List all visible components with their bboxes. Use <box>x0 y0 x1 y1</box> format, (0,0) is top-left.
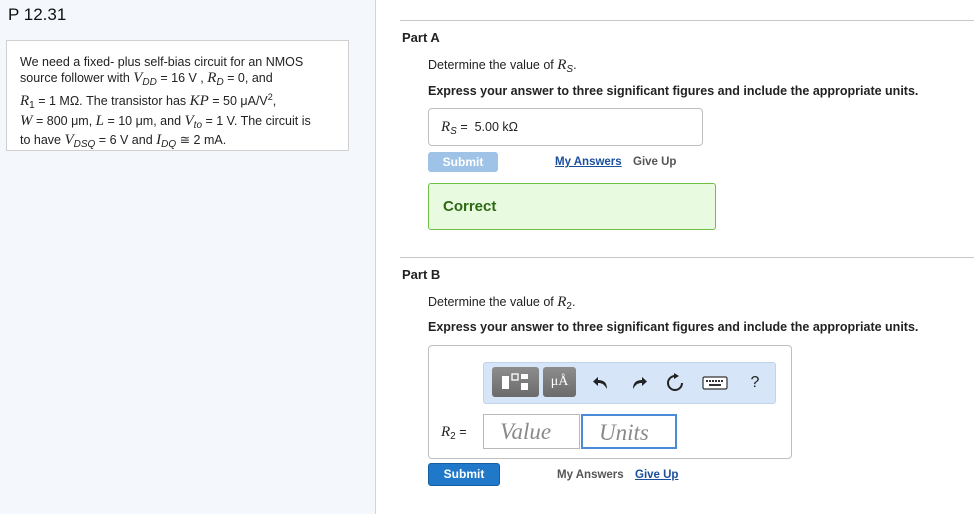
part-b-submit-button[interactable]: Submit <box>428 463 500 486</box>
part-a-correct-feedback: Correct <box>428 183 716 230</box>
problem-id: P 12.31 <box>8 5 67 24</box>
templates-button[interactable] <box>492 367 539 397</box>
part-a-answer: RS = 5.00 kΩ <box>441 119 518 137</box>
part-a-my-answers-link[interactable]: My Answers <box>555 156 622 168</box>
part-b-divider <box>400 257 974 258</box>
part-a-question: Determine the value of RS. <box>428 57 577 75</box>
units-input[interactable]: Units <box>581 414 677 449</box>
part-a-answer-label: R <box>441 119 451 135</box>
problem-line-3: R1 = 1 MΩ. The transistor has KP = 50 μA… <box>20 92 277 111</box>
problem-line-2: source follower with VDD = 16 V , RD = 0… <box>20 69 273 88</box>
part-b-question: Determine the value of R2. <box>428 294 576 312</box>
math-toolbar: μÅ ? <box>483 362 776 404</box>
part-a-give-up: Give Up <box>633 156 677 168</box>
part-b-give-up-link[interactable]: Give Up <box>635 469 678 481</box>
part-b-instruction: Express your answer to three significant… <box>428 320 919 334</box>
fraction-template-icon <box>502 373 528 390</box>
undo-icon[interactable] <box>591 372 613 394</box>
help-button[interactable]: ? <box>744 372 766 394</box>
problem-statement: We need a fixed- plus self-bias circuit … <box>6 40 349 151</box>
part-a-submit-button: Submit <box>428 152 498 172</box>
part-a-divider <box>400 20 974 21</box>
units-button[interactable]: μÅ <box>543 367 576 397</box>
part-a-instruction: Express your answer to three significant… <box>428 84 919 98</box>
problem-line-4: W = 800 μm, L = 10 μm, and Vto = 1 V. Th… <box>20 112 311 131</box>
part-a-header[interactable]: Part A <box>402 30 440 45</box>
part-a-answer-value: 5.00 kΩ <box>474 120 518 134</box>
part-b-my-answers: My Answers <box>557 469 624 481</box>
part-a-answer-box: RS = 5.00 kΩ <box>428 108 703 146</box>
problem-line-5: to have VDSQ = 6 V and IDQ ≅ 2 mA. <box>20 132 227 150</box>
value-input[interactable]: Value <box>483 414 580 449</box>
keyboard-icon[interactable] <box>702 372 728 394</box>
reset-icon[interactable] <box>664 372 686 394</box>
redo-icon[interactable] <box>627 372 649 394</box>
problem-line-1: We need a fixed- plus self-bias circuit … <box>20 55 304 69</box>
part-b-header[interactable]: Part B <box>402 267 440 282</box>
part-b-answer-label: R2 = <box>441 424 467 442</box>
